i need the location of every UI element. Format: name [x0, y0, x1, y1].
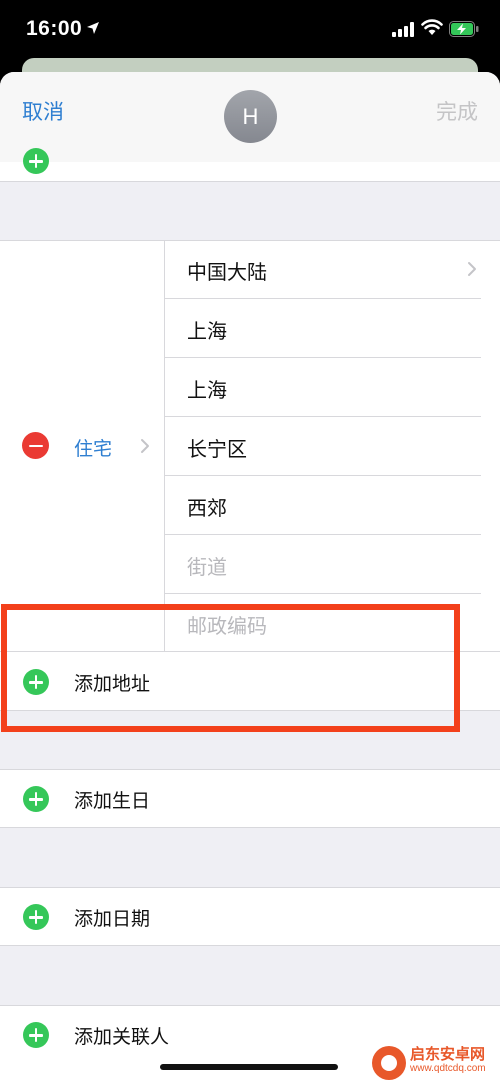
chevron-right-icon[interactable]	[467, 261, 477, 277]
separator	[165, 298, 481, 299]
nav-bar: 取消 H 完成	[0, 72, 500, 162]
watermark: 启东安卓网 www.qdtcdq.com	[370, 1040, 500, 1083]
cancel-button[interactable]: 取消	[22, 96, 64, 126]
edit-contact-sheet: 取消 H 完成 住宅 中国大陆 上海 上海 长宁区 西郊 街道 邮政编码 添加地…	[0, 72, 500, 1083]
separator	[0, 827, 500, 828]
watermark-logo-icon	[372, 1046, 406, 1080]
separator	[0, 945, 500, 946]
separator	[165, 416, 481, 417]
status-time: 16:00	[26, 17, 83, 40]
add-date-button[interactable]: 添加日期	[74, 904, 150, 931]
done-button[interactable]: 完成	[436, 96, 478, 126]
street-field[interactable]: 街道	[187, 551, 227, 580]
watermark-name: 启东安卓网	[410, 1045, 486, 1063]
highlight-box	[1, 604, 460, 732]
separator	[165, 475, 481, 476]
battery-charging-icon	[449, 21, 479, 37]
add-date-row[interactable]: 添加日期	[0, 887, 500, 946]
province-field[interactable]: 上海	[187, 315, 227, 344]
plus-circle-icon[interactable]	[23, 1022, 49, 1048]
separator	[165, 534, 481, 535]
vertical-separator	[164, 240, 165, 652]
separator	[0, 181, 500, 182]
add-related-button[interactable]: 添加关联人	[74, 1022, 169, 1049]
plus-circle-icon[interactable]	[23, 904, 49, 930]
separator	[0, 240, 500, 241]
plus-circle-icon[interactable]	[23, 786, 49, 812]
plus-circle-icon[interactable]	[23, 148, 49, 174]
separator	[0, 887, 500, 888]
country-field[interactable]: 中国大陆	[187, 256, 267, 285]
add-birthday-row[interactable]: 添加生日	[0, 769, 500, 828]
separator	[0, 769, 500, 770]
avatar-initial: H	[242, 103, 259, 129]
home-indicator[interactable]	[160, 1064, 338, 1070]
status-bar: 16:00	[0, 0, 500, 64]
add-birthday-button[interactable]: 添加生日	[74, 786, 150, 813]
wifi-icon	[421, 19, 443, 35]
separator	[165, 593, 481, 594]
location-arrow-icon	[87, 22, 99, 34]
minus-circle-icon[interactable]	[22, 432, 49, 459]
avatar[interactable]: H	[224, 90, 277, 143]
separator	[165, 357, 481, 358]
signal-icon	[392, 22, 414, 37]
watermark-url: www.qdtcdq.com	[410, 1063, 486, 1074]
city-field[interactable]: 上海	[187, 374, 227, 403]
district-field[interactable]: 长宁区	[187, 433, 247, 462]
chevron-right-icon	[141, 439, 149, 453]
area-field[interactable]: 西郊	[187, 492, 227, 521]
address-type-label[interactable]: 住宅	[74, 434, 112, 461]
separator	[0, 1005, 500, 1006]
list-item[interactable]	[0, 148, 500, 182]
